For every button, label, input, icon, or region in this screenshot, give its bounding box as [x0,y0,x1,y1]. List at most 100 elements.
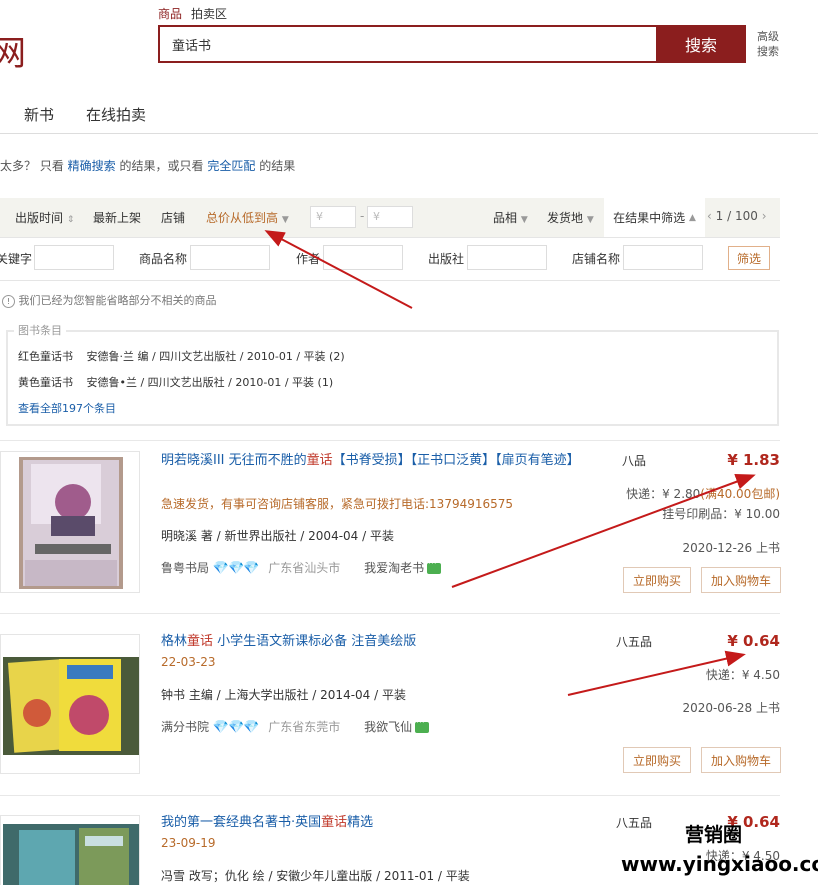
field-label-shop-name: 店铺名称 [572,252,621,266]
author-input[interactable] [323,245,403,270]
advanced-search-line2: 搜索 [757,45,779,58]
product-title-post: 精选 [347,815,374,830]
book-entry-info: 安德鲁·兰 编 / 四川文艺出版社 / 2010-01 / 平装 (2) [86,350,345,363]
product-shop-row: 满分书院 💎💎💎 广东省东莞市 我欲飞仙 [161,718,430,735]
pager: ‹ 1 / 100 › [707,209,767,223]
filter-button[interactable]: 筛选 [728,246,770,270]
book-entry-info: 安德鲁•兰 / 四川文艺出版社 / 2010-01 / 平装 (1) [86,376,334,389]
shop-link[interactable]: 鲁粤书局 [161,561,209,575]
add-to-cart-button[interactable]: 加入购物车 [701,567,781,593]
product-condition: 八品 [622,454,647,468]
sort-publish-date-label: 出版时间 [15,211,64,225]
filter-within-label: 在结果中筛选 [613,211,686,225]
product-condition: 八五品 [616,816,653,830]
caret-down-icon: ▼ [281,215,289,225]
search-tab-goods[interactable]: 商品 [158,5,182,22]
site-logo[interactable]: 网 [0,26,26,75]
shop-name-input[interactable] [623,245,703,270]
sort-publish-date[interactable]: 出版时间 ⇕ [15,209,74,226]
product-subtitle: 22-03-23 [161,655,216,669]
see-all-entries-link[interactable]: 查看全部197个条目 [18,400,116,416]
listing-date: 2020-12-26 上书 [682,541,780,555]
price-max-input[interactable]: ¥ [367,206,413,228]
watermark-url: www.yingxiaoo.com [621,852,818,876]
price-min-input[interactable]: ¥ [310,206,356,228]
product-thumbnail[interactable] [0,634,140,774]
filter-ship-from[interactable]: 发货地 ▼ [547,209,594,226]
shop-location: 广东省东莞市 [268,720,341,734]
sort-shop[interactable]: 店铺 [161,209,185,226]
advanced-search-link[interactable]: 高级 搜索 [757,29,787,59]
hint-mid: 的结果，或只看 [119,159,204,173]
buy-now-button[interactable]: 立即购买 [623,747,691,773]
product-condition: 八五品 [616,635,653,649]
page-indicator: 1 / 100 [715,209,758,223]
nav-new-books[interactable]: 新书 [24,104,54,125]
product-meta: 钟书 主编 / 上海大学出版社 / 2014-04 / 平装 [161,688,406,702]
product-title-highlight: 童话 [187,634,214,649]
sort-newest[interactable]: 最新上架 [93,209,141,226]
list-divider [0,795,780,796]
caret-down-icon: ▼ [586,215,594,225]
product-price: ¥ 0.64 [727,632,780,650]
product-title[interactable]: 格林童话 小学生语文新课标必备 注音美绘版 [161,631,581,653]
product-title-pre: 我的第一套经典名著书·英国 [161,815,322,830]
product-title-pre: 格林 [161,634,188,649]
buy-now-button[interactable]: 立即购买 [623,567,691,593]
registered-print-fee: 挂号印刷品：¥ 10.00 [662,507,780,521]
sort-price-asc[interactable]: 总价从低到高 ▼ [206,209,289,226]
product-thumbnail[interactable] [0,451,140,593]
product-name-input[interactable] [190,245,270,270]
search-hint: 太多？ 只看 精确搜索 的结果，或只看 完全匹配 的结果 [0,157,295,174]
list-divider [0,613,780,614]
chat-icon[interactable] [415,718,430,733]
product-subtitle: 23-09-19 [161,836,216,850]
product-title[interactable]: 我的第一套经典名著书·英国童话精选 [161,812,581,834]
search-button[interactable]: 搜索 [656,25,746,63]
diamond-rating-icon: 💎💎💎 [212,561,260,576]
add-to-cart-button[interactable]: 加入购物车 [701,747,781,773]
field-label-publisher: 出版社 [428,252,465,266]
search-input[interactable] [160,27,656,61]
arrow-to-sort [264,230,413,309]
publisher-input[interactable] [467,245,547,270]
book-entry-link[interactable]: 红色童话书 [18,350,73,363]
free-shipping-note: (满40.00包邮) [700,487,780,501]
product-thumbnail[interactable] [0,815,140,885]
hint-pre: 太多？ 只看 [0,159,64,173]
nav-divider [0,133,818,134]
full-match-link[interactable]: 完全匹配 [207,159,255,173]
shop-link[interactable]: 满分书院 [161,720,209,734]
search-box [158,25,656,63]
smart-omit-text: 我们已经为您智能省略部分不相关的商品 [18,294,217,307]
sort-price-asc-label: 总价从低到高 [206,211,279,225]
book-entry-link[interactable]: 黄色童话书 [18,376,73,389]
search-tab-auction[interactable]: 拍卖区 [191,5,227,22]
field-label-author: 作者 [296,252,321,266]
filter-within-results[interactable]: 在结果中筛选 ▲ [604,198,705,237]
filter-divider [0,280,780,281]
advanced-search-line1: 高级 [757,30,779,43]
chat-icon[interactable] [427,559,442,574]
product-title-pre: 明若晓溪III 无往而不胜的 [161,453,307,468]
filter-ship-from-label: 发货地 [547,211,584,225]
next-page-icon[interactable]: › [762,209,767,223]
keyword-input[interactable] [34,245,114,270]
caret-up-icon: ▲ [688,212,696,223]
prev-page-icon[interactable]: ‹ [707,209,712,223]
product-title-post: 小学生语文新课标必备 注音美绘版 [213,634,417,649]
seller-name: 我爱淘老书 [364,561,425,575]
info-icon: ! [2,294,15,308]
product-title[interactable]: 明若晓溪III 无往而不胜的童话【书脊受损】【正书口泛黄】【扉页有笔迹】 [161,450,581,472]
filter-condition-label: 品相 [493,211,518,225]
caret-down-icon: ▼ [520,215,528,225]
exact-search-link[interactable]: 精确搜索 [68,159,116,173]
watermark-title: 营销圈 [685,824,743,846]
shipping-fee-text: 快递：¥ 2.80 [626,487,701,501]
nav-online-auction[interactable]: 在线拍卖 [86,104,146,125]
book-entries-title: 图书条目 [14,322,66,338]
product-subtitle: 急速发货，有事可咨询店铺客服，紧急可拨打电话:13794916575 [161,497,514,511]
filter-condition[interactable]: 品相 ▼ [493,209,528,226]
shipping-fee: 快递：¥ 2.80(满40.00包邮) [560,485,780,502]
sort-arrows-icon: ⇕ [66,215,75,225]
